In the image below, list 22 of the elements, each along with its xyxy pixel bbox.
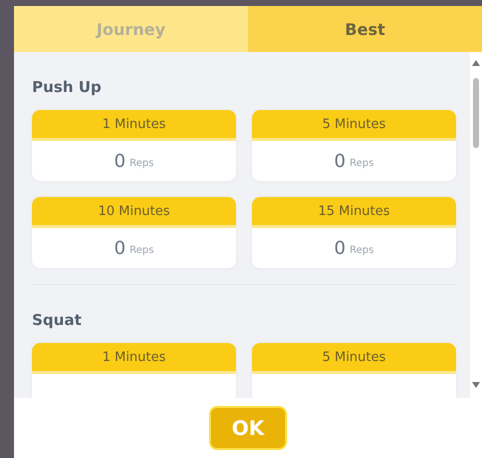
card-header: 15 Minutes xyxy=(252,197,456,228)
reps-unit: Reps xyxy=(350,158,374,168)
card-header: 5 Minutes xyxy=(252,343,456,374)
card-header: 1 Minutes xyxy=(32,343,236,374)
reps-value: 0 xyxy=(334,238,346,258)
card-header: 5 Minutes xyxy=(252,110,456,141)
tab[interactable]: Journey xyxy=(14,6,248,52)
reps-value: 0 xyxy=(114,238,126,258)
ok-button[interactable]: OK xyxy=(209,406,287,450)
scrollbar-thumb[interactable] xyxy=(473,78,479,148)
reps-unit: Reps xyxy=(350,244,374,256)
reps-unit: Reps xyxy=(130,244,154,256)
scroll-up-icon[interactable] xyxy=(472,60,480,66)
card-header: 10 Minutes xyxy=(32,197,236,228)
reps-value: 0 xyxy=(114,150,126,172)
section-title: Squat xyxy=(32,311,83,329)
card-header: 1 Minutes xyxy=(32,110,236,141)
reps-unit: Reps xyxy=(130,158,154,168)
section-title: Push Up xyxy=(32,78,102,96)
reps-value: 0 xyxy=(334,150,346,172)
tab[interactable]: Best xyxy=(248,6,482,52)
scroll-down-icon[interactable] xyxy=(472,382,480,388)
